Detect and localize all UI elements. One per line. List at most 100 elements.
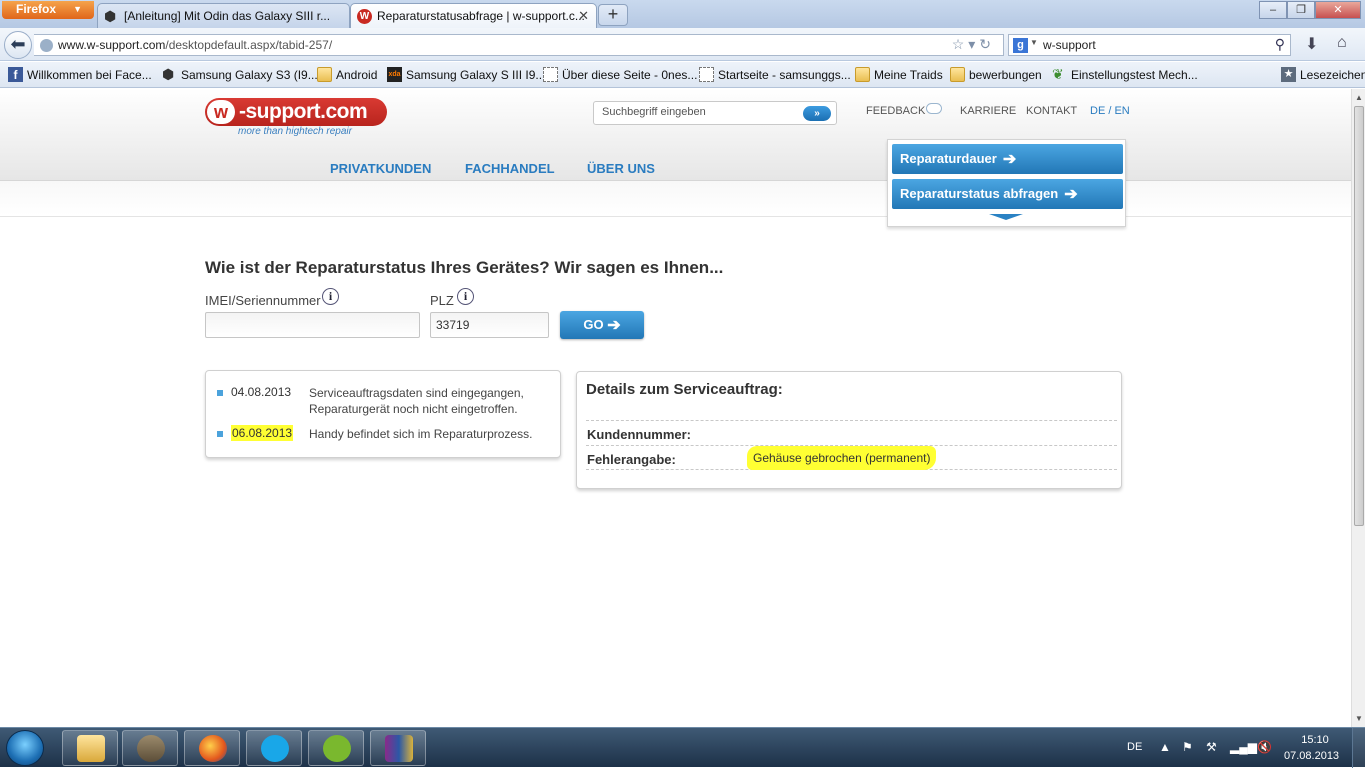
vertical-scrollbar[interactable]: ▲ ▼ bbox=[1351, 89, 1365, 727]
leaf-icon: ❦ bbox=[1052, 66, 1064, 82]
site-search-button[interactable]: » bbox=[803, 106, 831, 121]
bookmarks-toolbar: f Willkommen bei Face... ⬢ Samsung Galaxy … bbox=[0, 62, 1365, 88]
xda-icon: xda bbox=[387, 67, 402, 82]
home-icon[interactable]: ⌂ bbox=[1337, 34, 1347, 52]
history-text: Handy befindet sich im Reparaturprozess. bbox=[309, 427, 533, 441]
bookmark-item[interactable]: xda Samsung Galaxy S III I9... bbox=[387, 67, 545, 82]
nav-ueber-uns[interactable]: ÜBER UNS bbox=[587, 161, 655, 176]
imei-label: IMEI/Seriennummer bbox=[205, 293, 321, 308]
reparaturstatus-button[interactable]: Reparaturstatus abfragen ➔ bbox=[892, 179, 1123, 209]
tab-anleitung[interactable]: ⬢ [Anleitung] Mit Odin das Galaxy SIII r… bbox=[97, 3, 350, 28]
language-switch[interactable]: DE / EN bbox=[1090, 105, 1130, 117]
taskbar-spotify[interactable] bbox=[308, 730, 364, 766]
bookmark-label: Startseite - samsunggs... bbox=[718, 68, 851, 82]
navigation-toolbar: ⬅ www.w-support.com/desktopdefault.aspx/… bbox=[0, 28, 1365, 61]
action-center-flag-icon[interactable]: ⚑ bbox=[1182, 740, 1193, 754]
close-tab-icon[interactable]: ✕ bbox=[578, 8, 589, 24]
folder-icon bbox=[77, 735, 105, 762]
go-label: GO bbox=[583, 317, 604, 332]
blank-page-icon bbox=[699, 67, 714, 82]
reparaturdauer-button[interactable]: Reparaturdauer ➔ bbox=[892, 144, 1123, 174]
search-icon[interactable]: ⚲ bbox=[1275, 36, 1285, 53]
w-support-logo[interactable]: w -support.com more than hightech repair bbox=[205, 98, 390, 138]
winrar-icon bbox=[385, 735, 413, 762]
close-window-button[interactable]: ✕ bbox=[1315, 1, 1361, 19]
details-value: Gehäuse gebrochen (permanent) bbox=[747, 446, 937, 470]
input-language[interactable]: DE bbox=[1127, 741, 1142, 753]
browser-tab-bar: Firefox ▼ ⬢ [Anleitung] Mit Odin das Gal… bbox=[0, 0, 1365, 28]
site-search-input[interactable]: Suchbegriff eingeben » bbox=[593, 101, 837, 125]
volume-muted-icon[interactable]: 🔇 bbox=[1257, 740, 1272, 754]
clock-time[interactable]: 15:10 bbox=[1298, 734, 1332, 746]
folder-icon bbox=[317, 67, 332, 82]
network-signal-icon[interactable]: ▂▄▆ bbox=[1230, 740, 1257, 754]
tab-title: [Anleitung] Mit Odin das Galaxy SIII r..… bbox=[124, 9, 331, 23]
bookmark-label: Samsung Galaxy S3 (I9... bbox=[181, 68, 318, 82]
firefox-menu-button[interactable]: Firefox ▼ bbox=[2, 1, 94, 19]
status-history-card: 04.08.2013 Serviceauftragsdaten sind ein… bbox=[205, 370, 561, 458]
download-icon[interactable]: ⬇ bbox=[1305, 34, 1318, 54]
karriere-link[interactable]: KARRIERE bbox=[960, 105, 1016, 117]
taskbar-skype[interactable] bbox=[246, 730, 302, 766]
address-bar[interactable]: www.w-support.com/desktopdefault.aspx/ta… bbox=[34, 34, 1004, 56]
logo-brand: -support.com bbox=[239, 100, 368, 123]
arrow-right-icon: ➔ bbox=[1064, 186, 1078, 203]
plz-label: PLZ bbox=[430, 293, 454, 308]
nav-privatkunden[interactable]: PRIVATKUNDEN bbox=[330, 161, 431, 176]
bookmarks-menu[interactable]: ★ Lesezeichen bbox=[1281, 67, 1365, 82]
bookmark-label: bewerbungen bbox=[969, 68, 1042, 82]
scroll-thumb[interactable] bbox=[1354, 106, 1364, 526]
bookmark-label: Android bbox=[336, 68, 378, 82]
taskbar-gimp[interactable] bbox=[122, 730, 178, 766]
folder-icon bbox=[950, 67, 965, 82]
search-bar[interactable]: g ▼ w-support ⚲ bbox=[1008, 34, 1291, 56]
imei-field[interactable] bbox=[205, 312, 420, 338]
tab-reparaturstatus[interactable]: W Reparaturstatusabfrage | w-support.c..… bbox=[350, 3, 597, 28]
go-button[interactable]: GO ➔ bbox=[560, 311, 644, 339]
bookmark-item[interactable]: f Willkommen bei Face... bbox=[8, 67, 152, 82]
android-icon: ⬢ bbox=[104, 8, 117, 24]
page-title: Wie ist der Reparaturstatus Ihres Geräte… bbox=[205, 258, 724, 277]
info-icon[interactable]: i bbox=[457, 288, 474, 305]
gimp-icon bbox=[137, 735, 165, 762]
details-key: Fehlerangabe: bbox=[587, 452, 676, 467]
globe-icon bbox=[40, 39, 53, 52]
reparaturstatus-label: Reparaturstatus abfragen bbox=[900, 186, 1059, 201]
bookmark-folder[interactable]: Android bbox=[317, 67, 378, 82]
maximize-button[interactable]: ❐ bbox=[1287, 1, 1315, 19]
scroll-up-arrow-icon[interactable]: ▲ bbox=[1352, 89, 1365, 106]
arrow-right-icon: ➔ bbox=[607, 317, 621, 334]
info-icon[interactable]: i bbox=[322, 288, 339, 305]
taskbar-winrar[interactable] bbox=[370, 730, 426, 766]
bookmark-folder[interactable]: bewerbungen bbox=[950, 67, 1042, 82]
plz-field[interactable]: 33719 bbox=[430, 312, 549, 338]
service-details-card: Details zum Serviceauftrag: Kundennummer… bbox=[576, 371, 1122, 489]
folder-icon bbox=[855, 67, 870, 82]
start-button[interactable] bbox=[6, 730, 44, 766]
back-button[interactable]: ⬅ bbox=[4, 31, 32, 59]
nav-fachhandel[interactable]: FACHHANDEL bbox=[465, 161, 555, 176]
new-tab-button[interactable]: + bbox=[598, 4, 628, 26]
minimize-button[interactable]: ‒ bbox=[1259, 1, 1287, 19]
clock-date[interactable]: 07.08.2013 bbox=[1284, 750, 1339, 762]
taskbar-firefox[interactable] bbox=[184, 730, 240, 766]
details-title: Details zum Serviceauftrag: bbox=[586, 381, 783, 398]
show-desktop-button[interactable] bbox=[1352, 728, 1365, 768]
bookmark-item[interactable]: Über diese Seite - 0nes... bbox=[543, 67, 697, 82]
google-icon[interactable]: g bbox=[1013, 38, 1028, 53]
feedback-link[interactable]: FEEDBACK bbox=[866, 105, 925, 117]
bookmark-star-icon[interactable]: ☆▾↻ bbox=[952, 36, 995, 53]
search-engine-dropdown-icon[interactable]: ▼ bbox=[1030, 38, 1038, 47]
logo-tagline: more than hightech repair bbox=[238, 126, 352, 137]
scroll-down-arrow-icon[interactable]: ▼ bbox=[1352, 710, 1365, 727]
tray-app-icon[interactable]: ⚒ bbox=[1206, 740, 1217, 754]
tray-expand-icon[interactable]: ▲ bbox=[1159, 740, 1171, 754]
history-text: Serviceauftragsdaten sind eingegangen, R… bbox=[309, 386, 524, 416]
bookmark-item[interactable]: ⬢ Samsung Galaxy S3 (I9... bbox=[162, 67, 318, 82]
bookmark-item[interactable]: Startseite - samsunggs... bbox=[699, 67, 851, 82]
bookmark-item[interactable]: ❦ Einstellungstest Mech... bbox=[1052, 67, 1198, 82]
taskbar-explorer[interactable] bbox=[62, 730, 118, 766]
bookmark-folder[interactable]: Meine Traids bbox=[855, 67, 943, 82]
bullet-icon bbox=[217, 431, 223, 437]
kontakt-link[interactable]: KONTAKT bbox=[1026, 105, 1077, 117]
